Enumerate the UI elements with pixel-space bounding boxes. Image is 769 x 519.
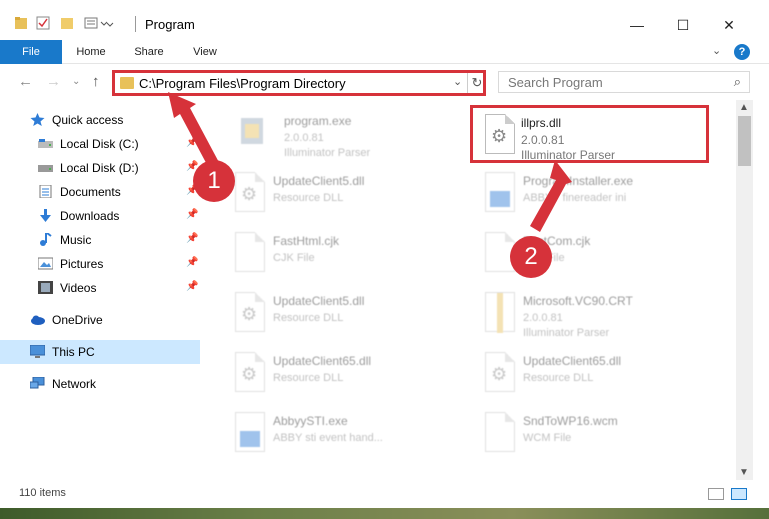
scroll-down-arrow-icon[interactable]: ▼ <box>739 467 749 478</box>
vertical-scrollbar[interactable]: ▲ ▼ <box>736 100 753 480</box>
file-explorer-window: Program — ☐ ✕ File Home Share View ⌄ ? ←… <box>0 0 769 519</box>
scrollbar-thumb[interactable] <box>738 116 751 166</box>
annotation-arrows <box>168 92 572 232</box>
step-badge-2: 2 <box>510 236 552 278</box>
item-count: 110 items <box>19 487 66 499</box>
details-view-icon[interactable] <box>708 488 724 500</box>
scroll-up-arrow-icon[interactable]: ▲ <box>739 102 749 113</box>
desktop-background-strip <box>0 508 769 519</box>
step-badge-1: 1 <box>193 160 235 202</box>
status-bar: 110 items <box>0 480 769 508</box>
tiles-view-icon[interactable] <box>731 488 747 500</box>
